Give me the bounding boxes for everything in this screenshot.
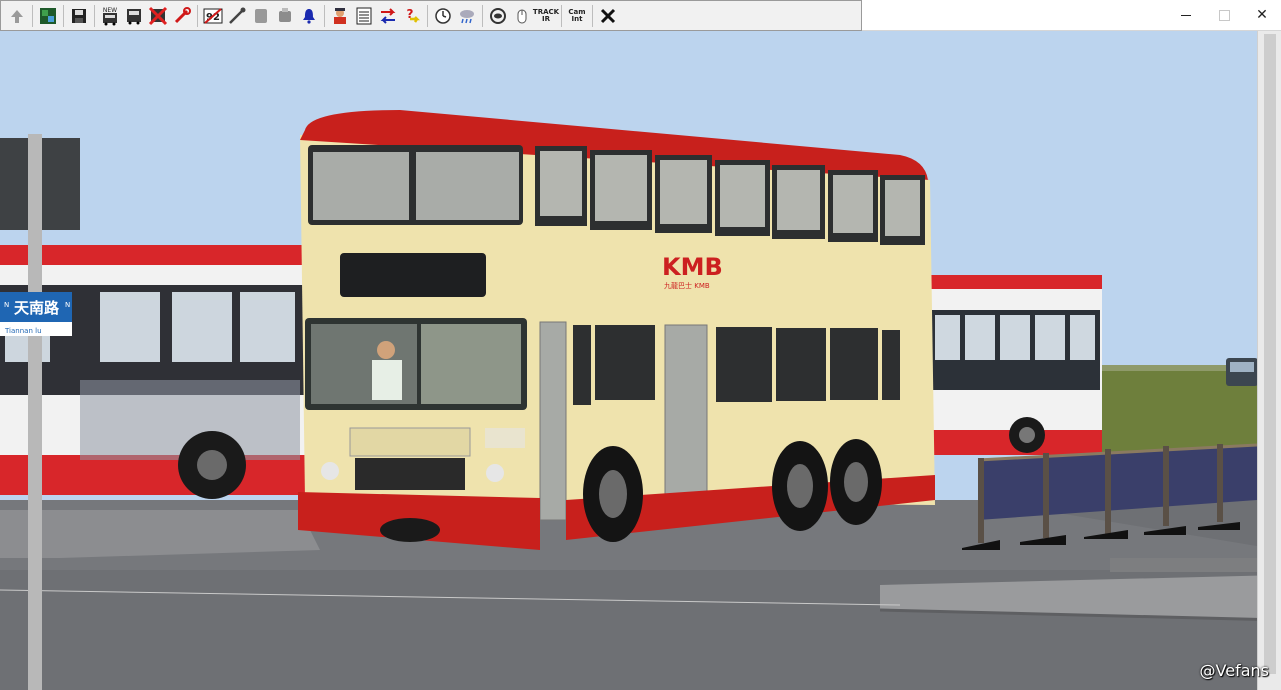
- stop-sign-right: N: [65, 301, 70, 309]
- printer-icon: [279, 7, 291, 22]
- toolbar-separator: [561, 4, 562, 27]
- toolbar-separator: [592, 4, 593, 27]
- close-button[interactable]: ✕: [1243, 0, 1281, 30]
- toolbar-separator: [63, 4, 64, 27]
- new-bus-button[interactable]: NEW: [99, 5, 121, 27]
- clock-icon: [435, 7, 451, 24]
- window-controls: ✕: [1167, 0, 1281, 30]
- weather-icon: [460, 9, 474, 23]
- city-bus-right: [920, 275, 1102, 455]
- ticket-icon: [255, 8, 267, 23]
- scene-drawing: 天南路 Tiannan lu N N KMB 九龍巴士 KMB: [0, 30, 1281, 690]
- toolbar-separator: [482, 4, 483, 27]
- map-icon: [40, 7, 56, 24]
- driver-icon: [334, 7, 346, 24]
- stop-sign-sub: Tiannan lu: [4, 327, 42, 335]
- help-button[interactable]: ?: [401, 5, 423, 27]
- wrench-red-icon: [174, 6, 191, 23]
- bus-icon: [127, 8, 141, 24]
- route-button[interactable]: 92: [202, 5, 224, 27]
- delete-bus-icon: [148, 6, 168, 25]
- timetable-icon: [356, 7, 372, 24]
- stop-sign-left: N: [4, 301, 9, 309]
- toolbar-separator: [94, 4, 95, 27]
- mouse-icon: [517, 9, 527, 23]
- exchange-icon: [380, 7, 396, 24]
- toolbar-separator: [427, 4, 428, 27]
- kmb-logo-sub: 九龍巴士 KMB: [664, 281, 710, 290]
- ticket-button[interactable]: [250, 5, 272, 27]
- minimize-icon: [1181, 14, 1191, 16]
- close-icon: ✕: [1256, 7, 1268, 23]
- toolbar-separator: [324, 4, 325, 27]
- bus-button[interactable]: [123, 5, 145, 27]
- svg-text:NEW: NEW: [103, 7, 117, 14]
- exchange-button[interactable]: [377, 5, 399, 27]
- timetable-button[interactable]: [353, 5, 375, 27]
- cam-pos-icon: Cam Int: [568, 7, 586, 23]
- vertical-scrollbar[interactable]: [1257, 30, 1281, 690]
- tools-button[interactable]: [226, 5, 248, 27]
- simulation-viewport[interactable]: 天南路 Tiannan lu N N KMB 九龍巴士 KMB: [0, 30, 1281, 690]
- mouse-button[interactable]: [511, 5, 533, 27]
- map-button[interactable]: [37, 5, 59, 27]
- help-icon: ?: [407, 7, 421, 23]
- minimize-button[interactable]: [1167, 0, 1205, 30]
- maximize-button[interactable]: [1205, 0, 1243, 30]
- delete-bus-button[interactable]: [147, 5, 169, 27]
- toolbar: NEW 92 ? TRACK IR Cam Int: [0, 0, 862, 31]
- up-arrow-icon: [11, 9, 23, 23]
- scrollbar-thumb[interactable]: [1264, 34, 1276, 674]
- toolbar-separator: [32, 4, 33, 27]
- cam-pos-button[interactable]: Cam Int: [566, 5, 588, 27]
- new-bus-icon: NEW: [103, 7, 117, 25]
- city-bus-left: [0, 245, 305, 499]
- camera-button[interactable]: [487, 5, 509, 27]
- trackir-icon: TRACK IR: [532, 7, 560, 23]
- watermark: @Vefans: [1199, 661, 1269, 680]
- route-92-icon: 92: [203, 7, 223, 24]
- driver-button[interactable]: [329, 5, 351, 27]
- up-arrow-button[interactable]: [6, 5, 28, 27]
- printer-button[interactable]: [274, 5, 296, 27]
- repair-button[interactable]: [171, 5, 193, 27]
- bell-icon: [303, 8, 315, 24]
- trackir-button[interactable]: TRACK IR: [532, 5, 560, 27]
- exit-button[interactable]: [597, 5, 619, 27]
- kmb-logo: KMB: [662, 253, 723, 281]
- save-icon: [72, 8, 86, 23]
- kmb-double-decker-bus: [298, 110, 935, 550]
- weather-button[interactable]: [456, 5, 478, 27]
- save-button[interactable]: [68, 5, 90, 27]
- toolbar-separator: [197, 4, 198, 27]
- bell-button[interactable]: [298, 5, 320, 27]
- maximize-icon: [1218, 9, 1230, 21]
- stop-sign-text: 天南路: [14, 299, 60, 317]
- tools-icon: [229, 7, 246, 24]
- close-x-icon: [600, 8, 616, 23]
- camera-eye-icon: [490, 7, 506, 24]
- clock-button[interactable]: [432, 5, 454, 27]
